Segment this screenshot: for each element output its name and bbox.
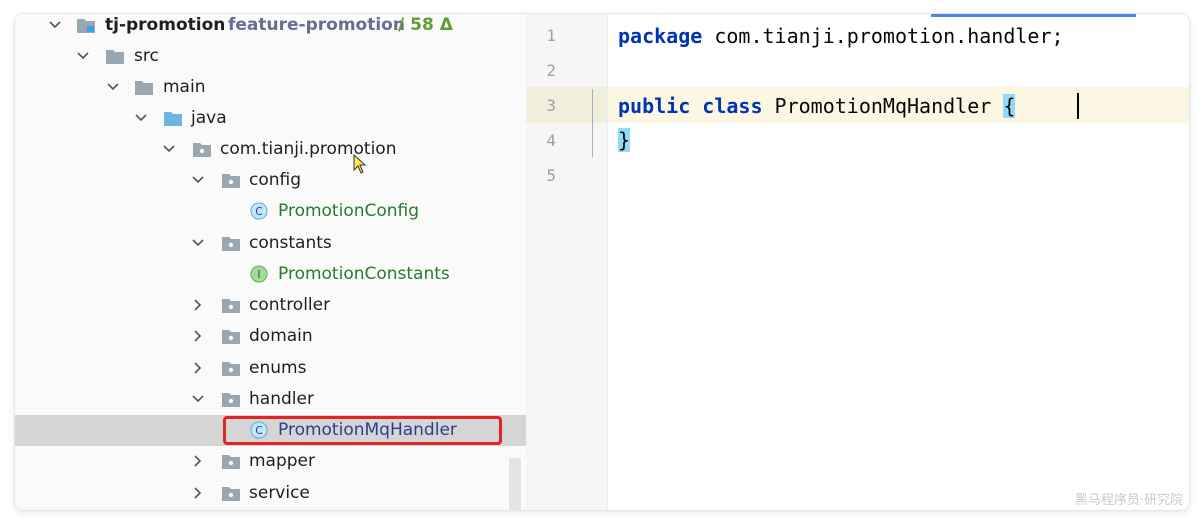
tree-row-handler[interactable]: handler — [15, 384, 526, 415]
tree-item-label: com.tianji.promotion — [220, 139, 397, 159]
chevron-down-icon[interactable] — [133, 110, 149, 126]
line-number: 5 — [546, 166, 556, 185]
tree-item-label: handler — [249, 389, 314, 409]
chevron-down-icon[interactable] — [75, 48, 91, 64]
tree-row-main[interactable]: main — [15, 72, 526, 103]
package-icon — [222, 299, 240, 313]
tree-item-label: enums — [249, 358, 307, 378]
package-icon — [193, 143, 211, 157]
interface-icon: I — [250, 265, 268, 283]
tree-item-label: mapper — [249, 451, 316, 471]
chevron-down-icon[interactable] — [190, 391, 206, 407]
tree-row-promotion-config[interactable]: C PromotionConfig — [15, 196, 526, 227]
class-icon: C — [250, 202, 268, 220]
changes-count: / 58 Δ — [398, 15, 453, 35]
active-tab-indicator — [931, 14, 1136, 17]
text-caret — [1077, 93, 1079, 119]
tree-item-label: service — [249, 483, 310, 503]
tree-row-config[interactable]: config — [15, 165, 526, 196]
tree-row-java[interactable]: java — [15, 103, 526, 134]
tree-row-enums[interactable]: enums — [15, 353, 526, 384]
tree-item-label: config — [249, 170, 302, 190]
class-badge-letter: C — [255, 205, 263, 218]
tree-item-label: constants — [249, 233, 332, 253]
package-icon — [222, 362, 240, 376]
chevron-right-icon[interactable] — [190, 297, 206, 313]
tree-scrollbar[interactable] — [509, 458, 521, 510]
chevron-down-icon[interactable] — [105, 79, 121, 95]
tree-item-label: domain — [249, 326, 313, 346]
line-number-gutter[interactable]: 1 2 3 4 5 — [526, 14, 608, 510]
tree-item-label: controller — [249, 295, 331, 315]
line-number: 1 — [546, 26, 556, 45]
code-keyword: public class — [618, 94, 763, 118]
matched-brace-open: { — [1003, 94, 1016, 118]
line-number: 3 — [546, 96, 556, 115]
mouse-cursor-icon — [353, 154, 367, 174]
package-icon — [222, 393, 240, 407]
annotation-highlight-box — [223, 416, 502, 445]
tree-item-label: src — [134, 46, 159, 66]
package-icon — [222, 174, 240, 188]
chevron-right-icon[interactable] — [190, 360, 206, 376]
chevron-down-icon[interactable] — [190, 172, 206, 188]
chevron-down-icon[interactable] — [190, 235, 206, 251]
code-text: com.tianji.promotion.handler; — [702, 24, 1064, 48]
tree-row-constants[interactable]: constants — [15, 228, 526, 259]
tree-item-label: PromotionConfig — [278, 201, 420, 221]
tree-row-src[interactable]: src — [15, 41, 526, 72]
tree-row-controller[interactable]: controller — [15, 290, 526, 321]
code-editor[interactable]: 1 2 3 4 5 package com.tianji.promotion.h… — [526, 14, 1189, 510]
code-keyword: package — [618, 24, 703, 48]
tree-item-label: main — [163, 77, 206, 97]
matched-brace-close: } — [618, 128, 631, 152]
chevron-down-icon[interactable] — [47, 17, 63, 33]
package-icon — [222, 455, 240, 469]
package-icon — [222, 330, 240, 344]
fold-guide — [592, 89, 593, 157]
code-text: PromotionMqHandler — [762, 94, 1004, 118]
code-line-3: public class PromotionMqHandler { — [618, 94, 1016, 118]
code-line-4: } — [618, 128, 631, 152]
line-number: 4 — [546, 131, 556, 150]
tree-row-package-root[interactable]: com.tianji.promotion — [15, 134, 526, 165]
tree-row-promotion-constants[interactable]: I PromotionConstants — [15, 259, 526, 290]
tree-row-domain[interactable]: domain — [15, 321, 526, 352]
chevron-down-icon[interactable] — [161, 141, 177, 157]
ide-window: tj-promotion feature-promotion / 58 Δ sr… — [15, 14, 1189, 510]
chevron-right-icon[interactable] — [190, 328, 206, 344]
tree-item-label: PromotionConstants — [278, 264, 450, 284]
folder-icon — [135, 81, 153, 95]
branch-name: feature-promotion — [228, 15, 405, 35]
folder-icon — [106, 50, 124, 64]
tree-row-project-root[interactable]: tj-promotion feature-promotion / 58 Δ — [15, 14, 526, 41]
code-line-1: package com.tianji.promotion.handler; — [618, 24, 1064, 48]
module-folder-icon — [77, 19, 95, 33]
tree-item-label: java — [191, 108, 227, 128]
source-folder-icon — [164, 112, 182, 126]
package-icon — [222, 487, 240, 501]
project-tree[interactable]: tj-promotion feature-promotion / 58 Δ sr… — [15, 14, 526, 510]
tree-row-service[interactable]: service — [15, 478, 526, 509]
interface-badge-letter: I — [257, 268, 260, 281]
line-number: 2 — [546, 61, 556, 80]
project-name: tj-promotion — [105, 15, 226, 35]
watermark-text: 黑马程序员·研究院 — [1074, 493, 1183, 508]
chevron-right-icon[interactable] — [190, 485, 206, 501]
package-icon — [222, 237, 240, 251]
chevron-right-icon[interactable] — [190, 453, 206, 469]
tree-row-mapper[interactable]: mapper — [15, 446, 526, 477]
